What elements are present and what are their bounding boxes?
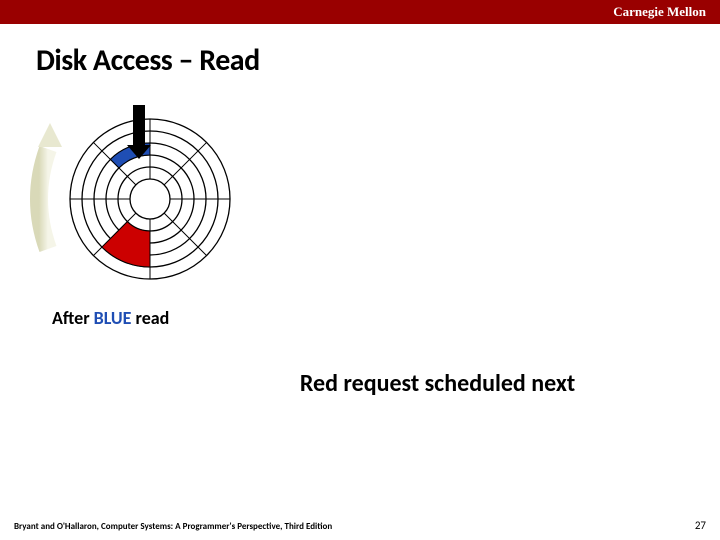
- disk-svg: [20, 99, 250, 299]
- subtitle: Red request scheduled next: [155, 369, 720, 398]
- caption-suffix: read: [131, 307, 169, 329]
- footer: Bryant and O'Hallaron, Computer Systems:…: [0, 519, 720, 532]
- rotation-arrow-head: [38, 123, 62, 147]
- page-number: 27: [695, 519, 706, 532]
- slide-title: Disk Access – Read: [36, 42, 720, 79]
- attribution: Bryant and O'Hallaron, Computer Systems:…: [14, 521, 332, 532]
- institution-name: Carnegie Mellon: [613, 4, 706, 20]
- caption-prefix: After: [52, 307, 94, 329]
- header-bar: Carnegie Mellon: [0, 0, 720, 24]
- caption: After BLUE read: [52, 307, 720, 329]
- caption-highlight: BLUE: [94, 307, 132, 329]
- rotation-arc: [39, 149, 48, 249]
- disk-diagram: [20, 99, 250, 299]
